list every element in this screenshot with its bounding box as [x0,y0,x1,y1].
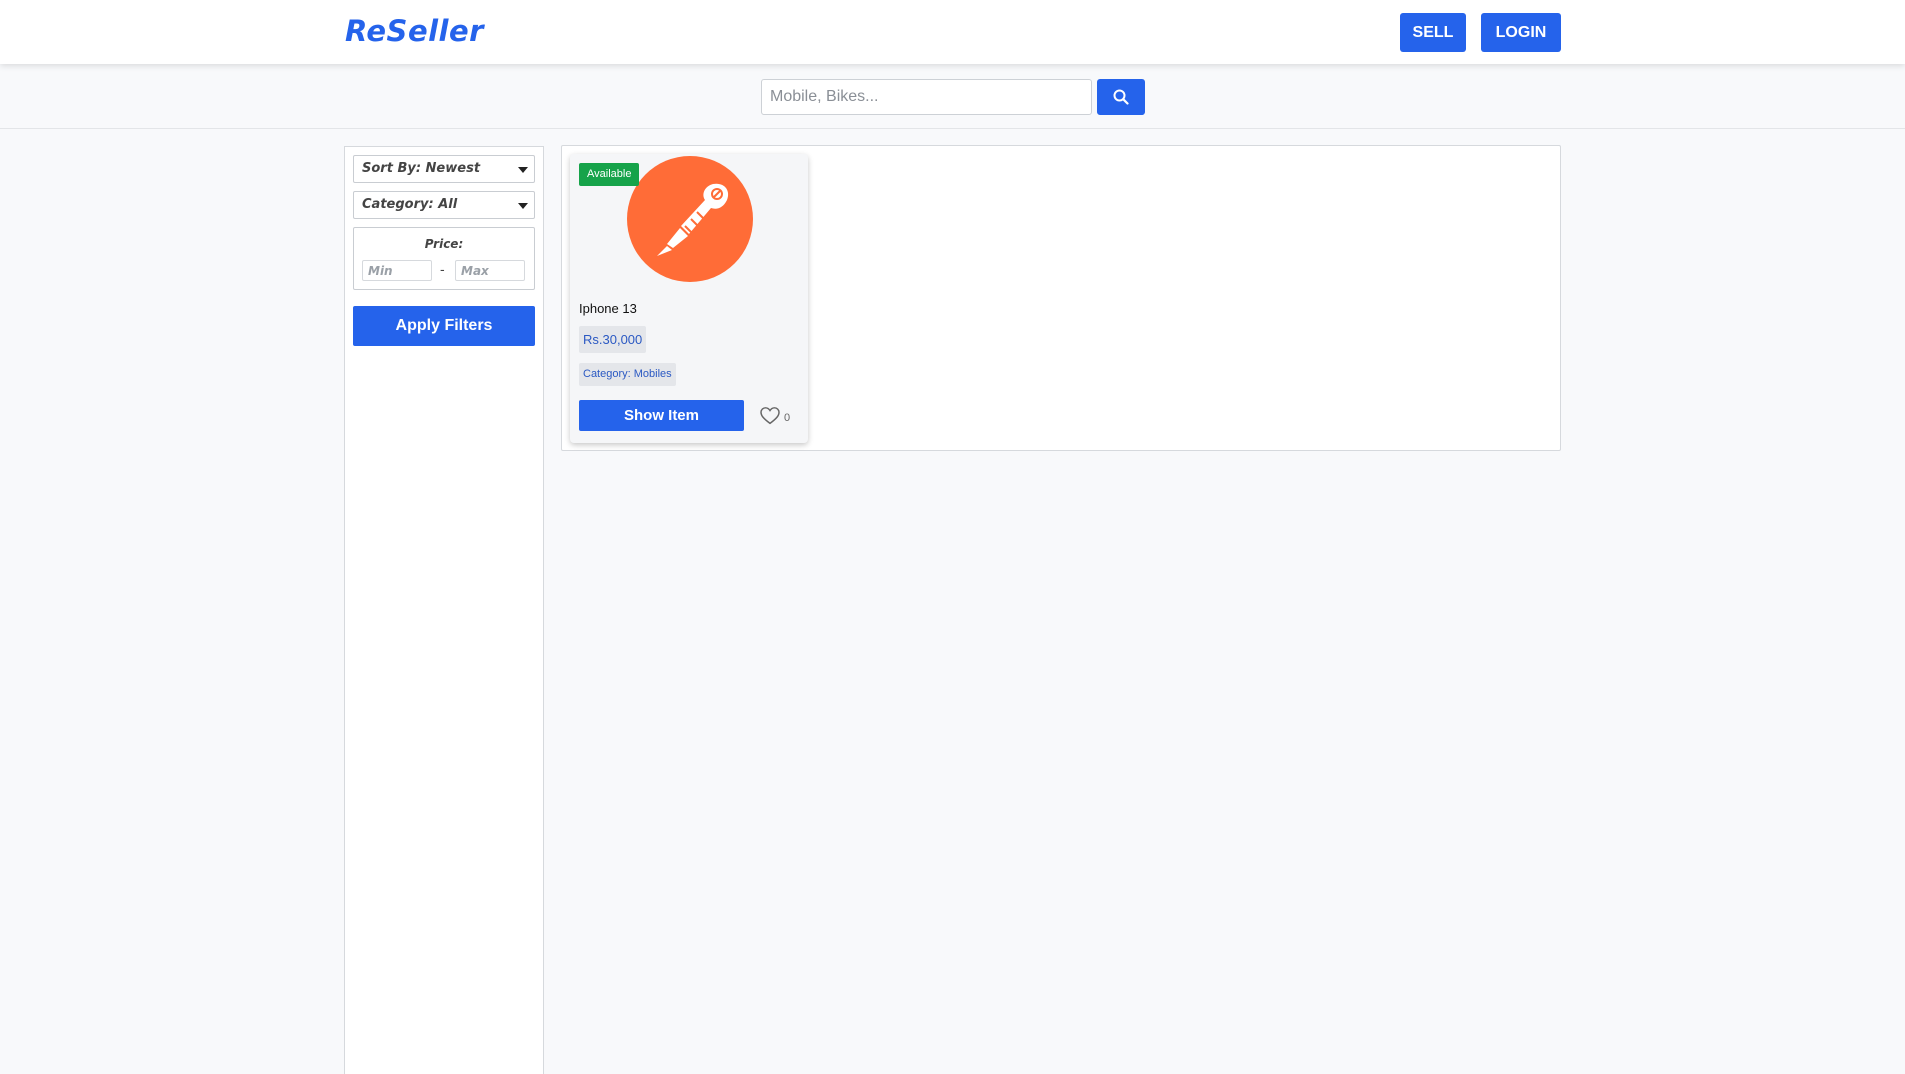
sort-select-label: Sort By: Newest [362,161,481,176]
apply-filters-button[interactable]: Apply Filters [353,306,535,346]
like-count: 0 [784,412,791,424]
search-bar [0,64,1905,129]
show-item-button[interactable]: Show Item [579,400,744,431]
navbar: ReSeller SELL LOGIN [0,0,1905,64]
filter-sidebar: Sort By: Newest Category: All Price: - A… [344,146,544,1074]
heart-icon [760,407,780,425]
like-button[interactable] [760,407,780,430]
price-label: Price: [424,237,464,251]
category-select[interactable]: Category: All [353,191,535,219]
caret-down-icon [518,203,528,209]
price-filter: Price: - [353,227,535,290]
logo[interactable]: ReSeller [345,14,484,48]
caret-down-icon [518,167,528,173]
max-price-input[interactable] [455,260,525,281]
min-price-input[interactable] [362,260,432,281]
postman-logo-icon [657,183,729,256]
price-separator: - [440,261,445,277]
sort-select[interactable]: Sort By: Newest [353,155,535,183]
search-icon [1113,89,1129,105]
sell-button[interactable]: SELL [1400,13,1466,52]
product-image [627,156,753,282]
item-title: Iphone 13 [579,301,637,316]
login-button[interactable]: LOGIN [1481,13,1561,52]
status-badge: Available [579,163,640,186]
results-panel: Available Iphone 13 Rs.30,000 Category: … [561,145,1561,451]
item-price: Rs.30,000 [579,326,647,353]
item-category: Category: Mobiles [579,363,676,386]
search-input[interactable] [761,79,1092,115]
category-select-label: Category: All [362,197,458,212]
item-card: Available Iphone 13 Rs.30,000 Category: … [570,154,808,443]
search-button[interactable] [1097,79,1145,115]
